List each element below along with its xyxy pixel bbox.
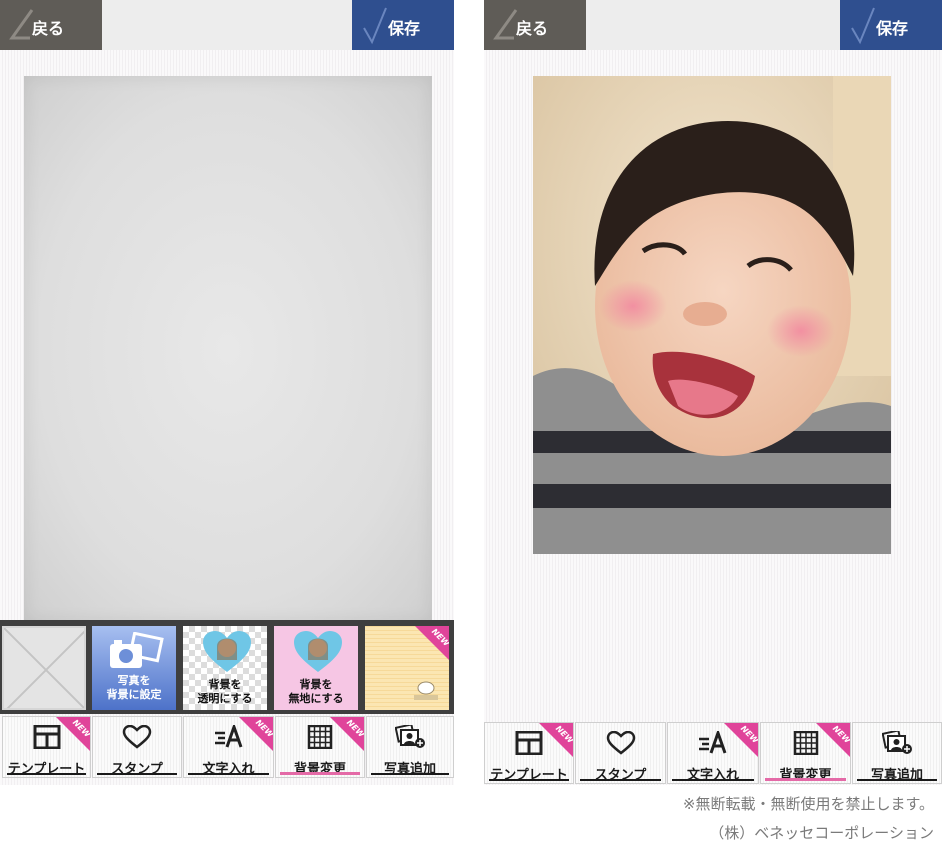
save-button[interactable]: 保存 [352,0,454,50]
shimajiro-logo-icon [414,681,438,700]
caption-line1: 背景を [299,678,333,691]
bg-option-none[interactable] [2,626,86,710]
background-options-strip: 写真を 背景に設定 背景を 透明にする 背景を 無地にする NEW [0,620,454,714]
add-photo-icon [395,725,425,748]
heart-portrait-icon [294,631,342,672]
bg-option-plain[interactable]: 背景を 無地にする [274,626,358,710]
tab-stamp[interactable]: スタンプ [575,722,666,784]
back-arrow-icon [493,9,518,40]
new-badge: NEW [415,626,449,660]
tab-text[interactable]: 文字入れ NEW [667,722,759,784]
save-label: 保存 [876,19,909,38]
tab-background[interactable]: 背景変更 NEW [760,722,851,784]
bg-option-transparent[interactable]: 背景を 透明にする [183,626,267,710]
caption-line2: 背景に設定 [106,688,162,701]
heart-icon [606,731,635,755]
check-icon [363,7,387,45]
back-arrow-icon [9,9,34,40]
company-name: （株）ベネッセコーポレーション [709,824,934,842]
bottom-toolbar: テンプレート NEW スタンプ 文字入れ NEW 背景変更 NEW 写真追加 [0,716,454,778]
editing-canvas-photo[interactable] [533,76,891,554]
back-label: 戻る [516,19,549,38]
editor-left-screen: 戻る 保存 写真を 背景に設定 背景を 透明にする 背景を 無地にする NEW … [0,0,454,785]
copyright-notice: ※無断転載・無断使用を禁止します。 [682,795,934,813]
caption-line2: 無地にする [288,692,344,705]
bg-option-caption: 背景を 透明にする [183,678,267,706]
bottom-toolbar: テンプレート NEW スタンプ 文字入れ NEW 背景変更 NEW 写真追加 [484,722,942,784]
caption-line1: 背景を [208,678,242,691]
empty-cross-icon [4,628,84,708]
bg-option-caption: 背景を 無地にする [274,678,358,706]
tab-add-photo[interactable]: 写真追加 [366,716,454,778]
bg-option-caption: 写真を 背景に設定 [92,674,176,702]
top-bar: 戻る 保存 [484,0,942,50]
bg-option-pattern[interactable]: NEW [365,626,449,710]
baby-photo [533,76,891,554]
check-icon [851,7,875,45]
tab-template[interactable]: テンプレート NEW [2,716,91,778]
add-photo-icon [882,731,912,754]
save-button[interactable]: 保存 [840,0,942,50]
new-badge: NEW [724,723,758,757]
heart-icon [122,725,152,749]
heart-portrait-icon [203,631,251,672]
new-badge: NEW [239,717,273,751]
tab-background[interactable]: 背景変更 NEW [275,716,365,778]
camera-photo-icon [110,632,164,668]
new-badge: NEW [816,723,850,757]
top-bar: 戻る 保存 [0,0,454,50]
tab-text[interactable]: 文字入れ NEW [183,716,274,778]
caption-line1: 写真を [117,674,151,687]
new-badge: NEW [56,717,90,751]
back-button[interactable]: 戻る [484,0,586,50]
bg-option-photo[interactable]: 写真を 背景に設定 [92,626,176,710]
back-button[interactable]: 戻る [0,0,102,50]
caption-line2: 透明にする [197,692,253,705]
back-label: 戻る [32,19,65,38]
tab-template[interactable]: テンプレート NEW [484,722,574,784]
editor-right-screen: 戻る 保存 テンプレート NEW スタンプ 文字入れ NEW 背景変更 NEW … [484,0,942,785]
tab-add-photo[interactable]: 写真追加 [852,722,942,784]
new-badge: NEW [330,717,364,751]
new-badge: NEW [539,723,573,757]
save-label: 保存 [388,19,421,38]
tab-stamp[interactable]: スタンプ [92,716,182,778]
editing-canvas[interactable] [24,76,432,622]
